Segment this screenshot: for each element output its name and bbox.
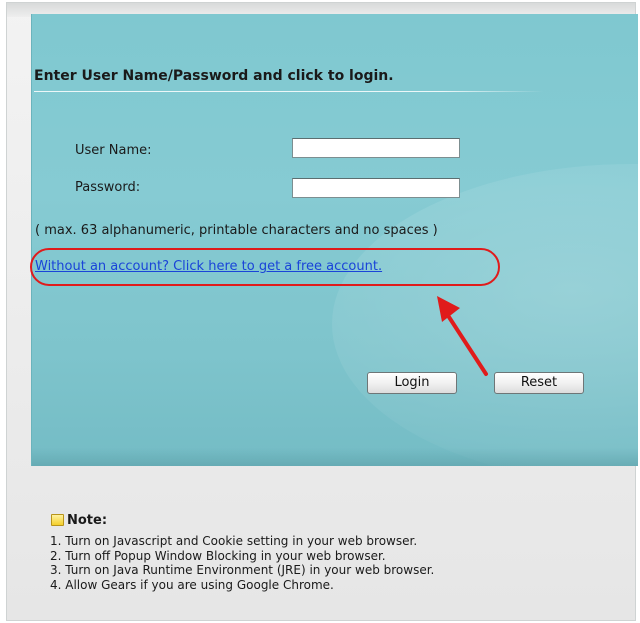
note-item: 3. Turn on Java Runtime Environment (JRE… bbox=[50, 563, 435, 577]
note-item: 4. Allow Gears if you are using Google C… bbox=[50, 577, 334, 592]
annotation-highlight-ring bbox=[30, 248, 500, 286]
login-button[interactable]: Login bbox=[367, 372, 457, 394]
password-input[interactable] bbox=[292, 178, 460, 198]
username-input[interactable] bbox=[292, 138, 460, 158]
panel-bottom-band bbox=[32, 448, 638, 466]
note-icon bbox=[51, 514, 64, 526]
reset-button[interactable]: Reset bbox=[494, 372, 584, 394]
password-hint: ( max. 63 alphanumeric, printable charac… bbox=[35, 223, 438, 238]
note-item: 1. Turn on Javascript and Cookie setting… bbox=[50, 534, 418, 548]
note-list: 1. Turn on Javascript and Cookie setting… bbox=[50, 534, 434, 592]
username-label: User Name: bbox=[75, 143, 152, 158]
login-title: Enter User Name/Password and click to lo… bbox=[34, 68, 394, 84]
password-label: Password: bbox=[75, 180, 141, 195]
title-divider bbox=[34, 91, 544, 92]
note-title: Note: bbox=[67, 513, 108, 528]
annotation-arrow-icon bbox=[437, 296, 488, 376]
note-item: 2. Turn off Popup Window Blocking in you… bbox=[50, 548, 386, 563]
